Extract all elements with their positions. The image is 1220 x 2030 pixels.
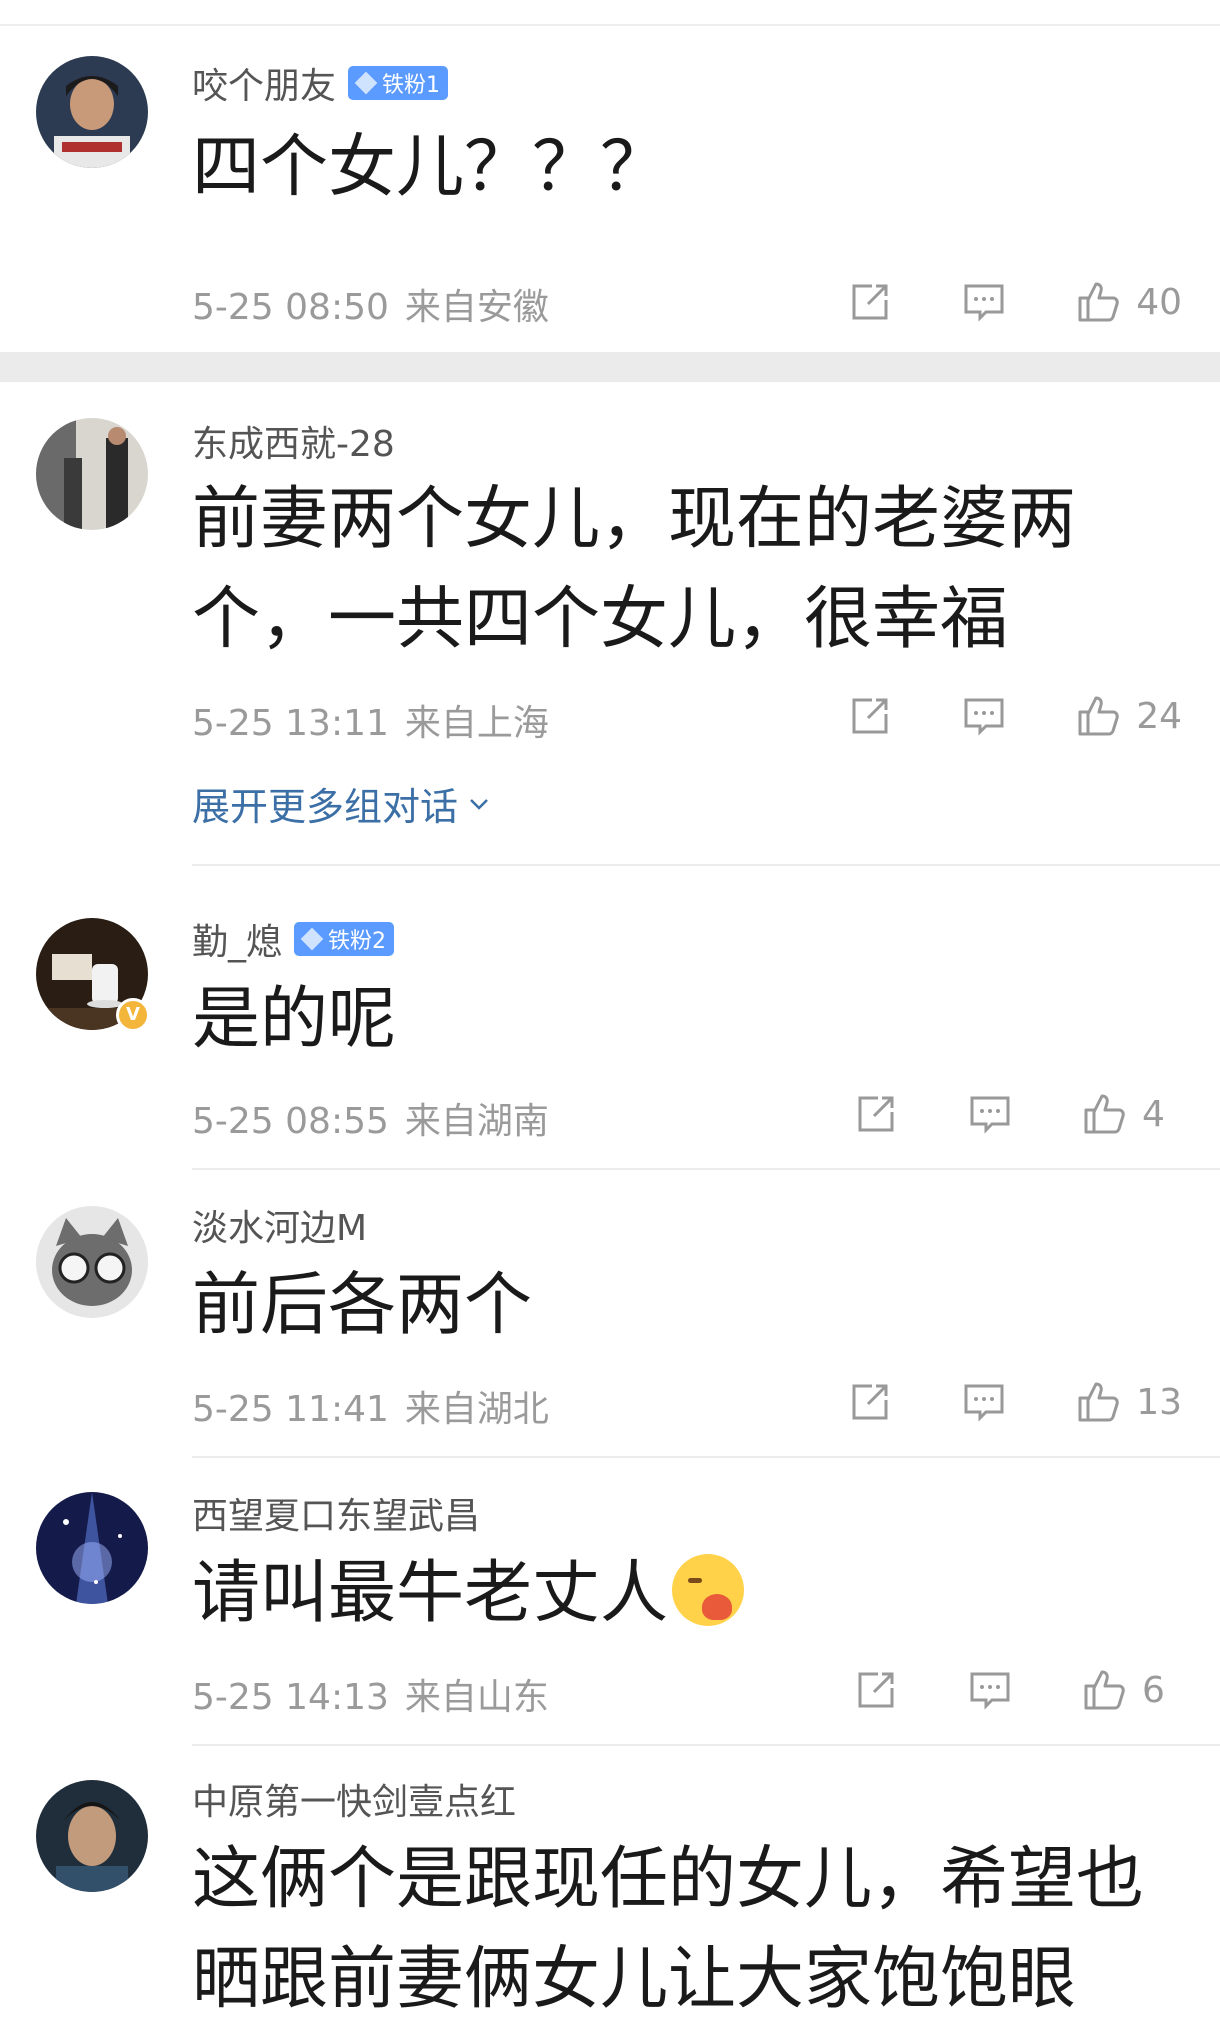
comment-text: 是的呢	[192, 980, 397, 1059]
username[interactable]: 勤_熄	[192, 913, 282, 965]
comment-location: 来自湖北	[404, 1389, 549, 1430]
section-separator	[0, 352, 1220, 382]
comment-text-line: 个，一共四个女儿，很幸福	[192, 580, 1009, 659]
share-icon	[852, 698, 888, 734]
top-divider	[0, 24, 1220, 26]
like-count: 24	[1136, 695, 1182, 737]
avatar[interactable]	[36, 418, 148, 530]
share-button[interactable]	[846, 278, 894, 326]
comment-date: 5-25 08:50	[192, 287, 389, 328]
like-count: 13	[1136, 1381, 1182, 1423]
share-icon	[852, 1384, 888, 1420]
avatar[interactable]	[36, 1492, 148, 1604]
thumbs-up-icon	[1078, 696, 1119, 736]
emoji-icon	[672, 1554, 745, 1626]
comment-meta: 5-25 13:11 来自上海	[192, 694, 549, 746]
comment-text: 前后各两个	[192, 1266, 533, 1345]
comment-meta: 5-25 08:55 来自湖南	[192, 1092, 549, 1144]
comment-text-line: 前妻两个女儿，现在的老婆两	[192, 480, 1077, 559]
comment-text-line: 晒跟前妻俩女儿让大家饱饱眼	[192, 1940, 1077, 2019]
comment-date: 5-25 11:41	[192, 1389, 389, 1430]
comment-text: 四个女儿？？？	[192, 128, 669, 207]
thumbs-up-icon	[1078, 1382, 1119, 1422]
avatar[interactable]	[36, 1206, 148, 1318]
comment-date: 5-25 08:55	[192, 1101, 389, 1142]
comment-meta: 5-25 08:50 来自安徽	[192, 278, 549, 330]
diamond-icon	[354, 71, 378, 95]
like-button[interactable]: 40	[1074, 278, 1182, 326]
comment-icon	[970, 1096, 1010, 1134]
like-count: 40	[1136, 281, 1182, 323]
comment-button[interactable]	[966, 1090, 1014, 1138]
avatar[interactable]	[36, 56, 148, 168]
like-button[interactable]: 6	[1080, 1666, 1182, 1714]
avatar[interactable]	[36, 1780, 148, 1892]
comment-meta: 5-25 11:41 来自湖北	[192, 1380, 549, 1432]
comment-button[interactable]	[960, 692, 1008, 740]
comment-date: 5-25 13:11	[192, 703, 389, 744]
thumbs-up-icon	[1078, 282, 1119, 322]
comment-location: 来自山东	[404, 1677, 549, 1718]
fan-badge-label: 铁粉1	[382, 73, 441, 98]
share-button[interactable]	[852, 1666, 900, 1714]
comment-location: 来自上海	[404, 703, 549, 744]
fan-level-badge: 铁粉1	[348, 66, 449, 100]
comment-meta: 5-25 14:13 来自山东	[192, 1668, 549, 1720]
comment-text-line: 这俩个是跟现任的女儿，希望也	[192, 1840, 1145, 1919]
share-button[interactable]	[846, 692, 894, 740]
chevron-down-icon	[470, 798, 488, 810]
share-icon	[852, 284, 888, 320]
comment-button[interactable]	[960, 1378, 1008, 1426]
fan-level-badge: 铁粉2	[294, 922, 395, 956]
username[interactable]: 中原第一快剑壹点红	[192, 1773, 516, 1825]
like-button[interactable]: 24	[1074, 692, 1182, 740]
comment-location: 来自湖南	[404, 1101, 549, 1142]
share-button[interactable]	[852, 1090, 900, 1138]
like-button[interactable]: 13	[1074, 1378, 1182, 1426]
share-icon	[858, 1672, 894, 1708]
comment-icon	[964, 284, 1004, 322]
username[interactable]: 东成西就-28	[192, 415, 395, 467]
comment-date: 5-25 14:13	[192, 1677, 389, 1718]
like-count: 6	[1142, 1669, 1165, 1711]
like-count: 4	[1142, 1093, 1165, 1135]
share-button[interactable]	[846, 1378, 894, 1426]
thumbs-up-icon	[1084, 1670, 1125, 1710]
expand-replies-link[interactable]: 展开更多组对话	[192, 776, 492, 831]
comment-button[interactable]	[960, 278, 1008, 326]
fan-badge-label: 铁粉2	[328, 929, 387, 954]
username[interactable]: 咬个朋友	[192, 57, 336, 109]
comment-text: 请叫最牛老丈人	[192, 1544, 1192, 1644]
divider	[192, 1168, 1220, 1170]
divider	[192, 1456, 1220, 1458]
comment-text-body: 请叫最牛老丈人	[192, 1554, 669, 1633]
comment-icon	[964, 698, 1004, 736]
thumbs-up-icon	[1084, 1094, 1125, 1134]
username[interactable]: 西望夏口东望武昌	[192, 1487, 480, 1539]
divider	[192, 864, 1220, 866]
comment-button[interactable]	[966, 1666, 1014, 1714]
verified-badge: V	[116, 998, 150, 1032]
diamond-icon	[300, 927, 324, 951]
expand-label: 展开更多组对话	[192, 785, 459, 829]
username[interactable]: 淡水河边M	[192, 1199, 367, 1251]
like-button[interactable]: 4	[1080, 1090, 1182, 1138]
comment-icon	[964, 1384, 1004, 1422]
divider	[192, 1744, 1220, 1746]
share-icon	[858, 1096, 894, 1132]
comment-icon	[970, 1672, 1010, 1710]
comment-location: 来自安徽	[404, 287, 549, 328]
